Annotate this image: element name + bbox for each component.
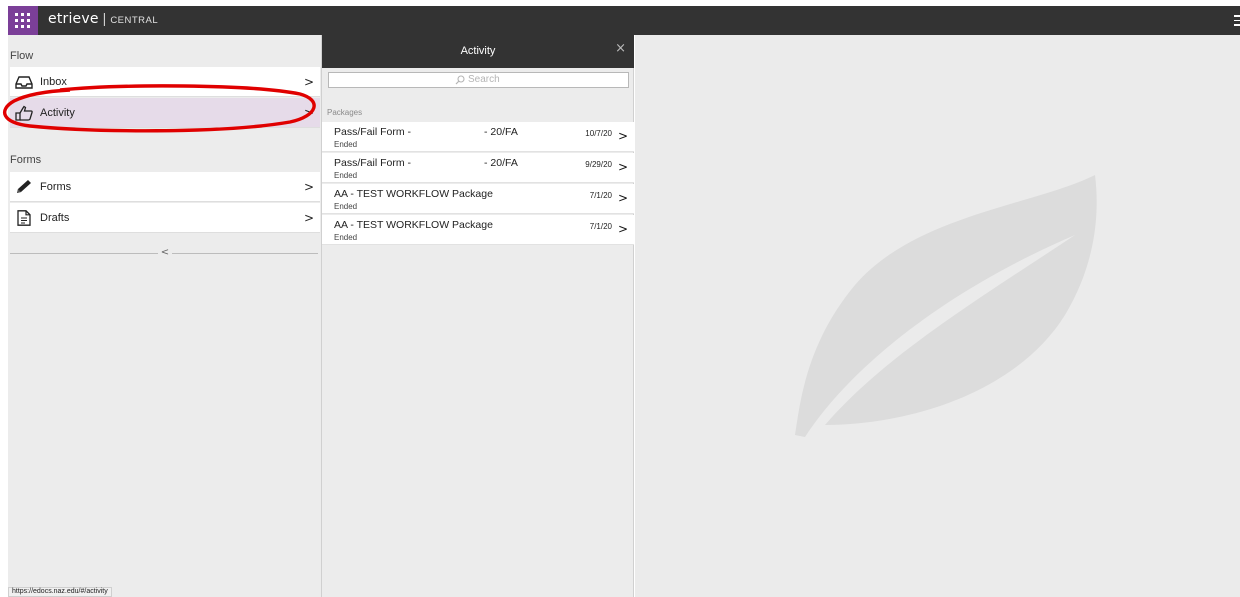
panel-title: Activity [460,45,496,57]
package-date: 9/29/20 [585,160,612,169]
chevron-right-icon: > [303,180,314,194]
search-input[interactable]: Search [328,72,629,88]
collapse-panel-button[interactable]: < [158,246,172,260]
brand-separator: | [102,10,107,26]
package-status: Ended [334,202,358,211]
package-status: Ended [334,140,358,149]
package-date: 7/1/20 [589,191,612,200]
package-term: - 20/FA [484,157,518,169]
package-date: 10/7/20 [585,129,612,138]
package-status: Ended [334,233,358,242]
app-window: etrieve | CENTRAL Flow Inbox > Activity … [0,0,1240,597]
brand-name: etrieve [48,11,99,27]
package-date: 7/1/20 [589,222,612,231]
brand-logo[interactable]: etrieve | CENTRAL [48,10,158,30]
flow-section-label: Flow [10,50,34,62]
search-icon [455,74,465,84]
menu-icon[interactable] [1234,15,1240,26]
package-term: - 20/FA [484,126,518,138]
chevron-right-icon: > [617,160,628,174]
chevron-right-icon: > [617,129,628,143]
top-bar: etrieve | CENTRAL [8,6,1240,35]
pencil-icon [17,180,31,193]
status-bar-url: https://edocs.naz.edu/#/activity [8,587,112,597]
leaf-watermark-icon [795,175,1097,437]
packages-section-label: Packages [327,108,363,117]
package-title: Pass/Fail Form - [334,157,412,169]
package-row[interactable]: Pass/Fail Form - - 20/FA Ended 9/29/20 > [322,153,634,183]
chevron-right-icon: > [617,222,628,236]
app-launcher-button[interactable] [8,6,38,35]
search-placeholder-text: Search [468,74,500,85]
nav-item-forms[interactable]: Forms > [10,172,320,202]
search-placeholder: Search [455,74,500,85]
nav-item-label: Forms [40,181,72,193]
package-title: AA - TEST WORKFLOW Package [334,219,493,231]
forms-section-label: Forms [10,154,42,166]
chevron-right-icon: > [303,211,314,225]
nav-item-label: Drafts [40,212,70,224]
package-title: Pass/Fail Form - [334,126,412,138]
package-row[interactable]: AA - TEST WORKFLOW Package Ended 7/1/20 … [322,184,634,214]
package-row[interactable]: Pass/Fail Form - - 20/FA Ended 10/7/20 > [322,122,634,152]
document-icon [17,210,31,226]
annotation-ellipse [2,84,316,133]
nav-item-drafts[interactable]: Drafts > [10,203,320,233]
package-title: AA - TEST WORKFLOW Package [334,188,493,200]
chevron-right-icon: > [617,191,628,205]
activity-header: Activity × [322,35,634,68]
product-name: CENTRAL [110,15,159,26]
package-status: Ended [334,171,358,180]
package-row[interactable]: AA - TEST WORKFLOW Package Ended 7/1/20 … [322,215,634,245]
main-content-area [635,35,1240,597]
close-icon[interactable]: × [615,41,626,56]
activity-panel: Activity × Search Packages Pass/Fail For… [322,35,634,597]
